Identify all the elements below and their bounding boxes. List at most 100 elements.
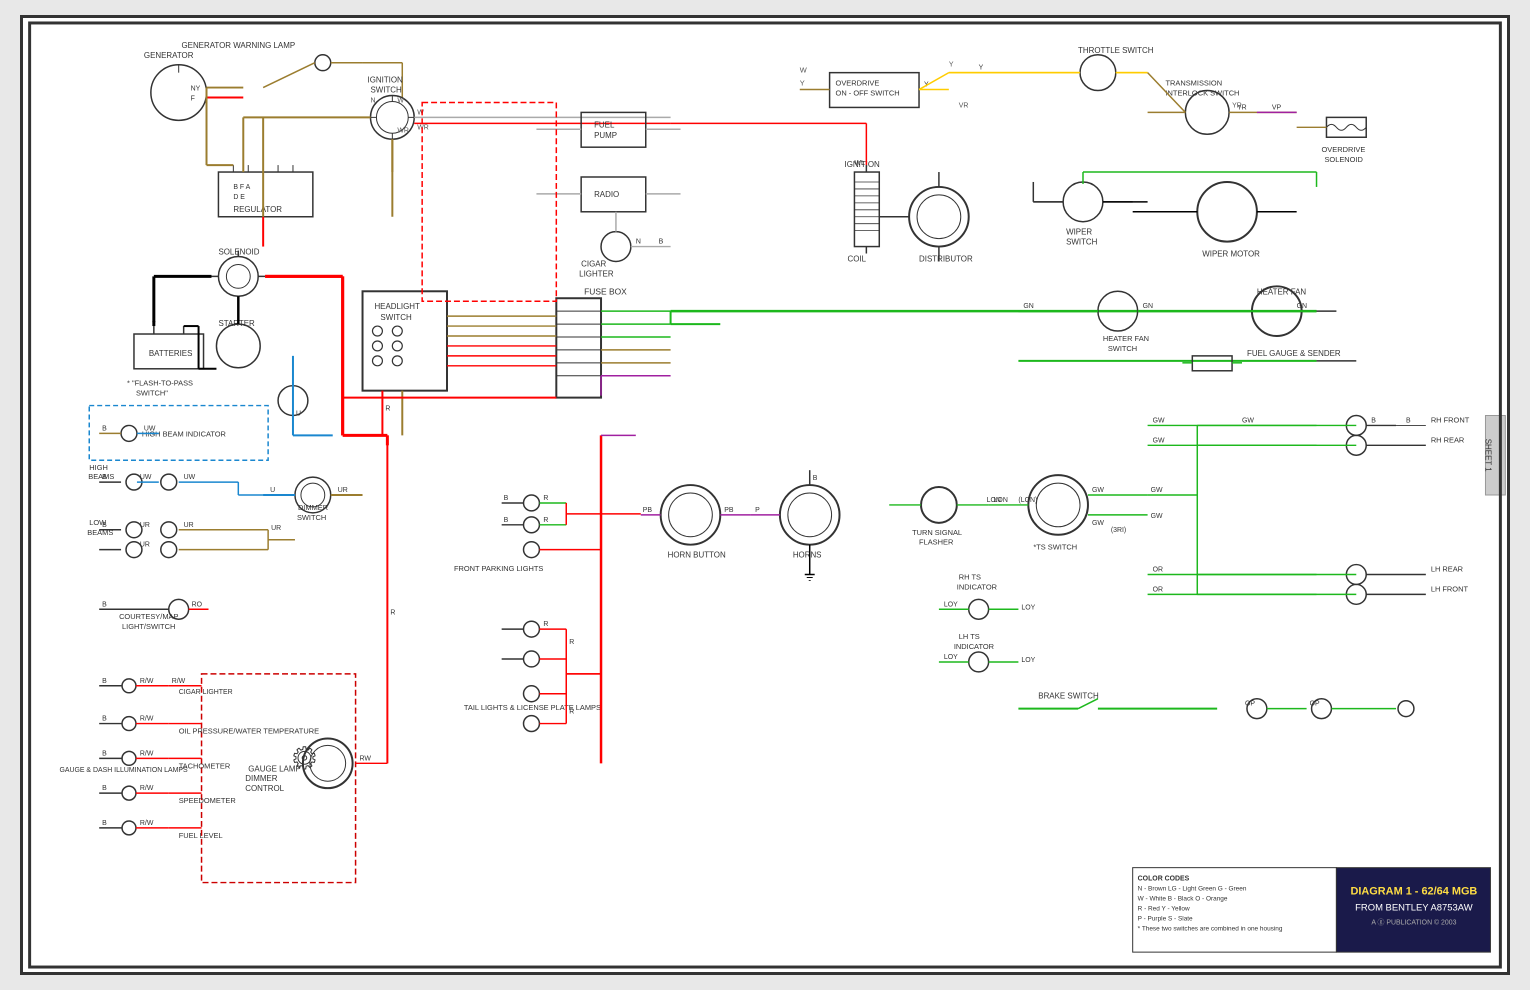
svg-text:GN: GN [1143,303,1153,310]
svg-text:R: R [390,609,395,616]
svg-text:N: N [636,239,641,246]
svg-text:UR: UR [140,542,150,549]
svg-text:D E: D E [233,194,245,201]
svg-text:R/W: R/W [140,750,154,757]
svg-text:ON - OFF SWITCH: ON - OFF SWITCH [836,89,900,98]
svg-text:LH FRONT: LH FRONT [1431,584,1469,593]
svg-text:F: F [191,95,195,102]
svg-text:YR: YR [1232,102,1242,109]
svg-text:HEATER FAN: HEATER FAN [1257,287,1307,296]
svg-text:(3RI): (3RI) [1111,527,1126,534]
svg-text:R/W: R/W [172,678,186,685]
svg-text:B: B [102,820,107,827]
svg-text:RO: RO [192,601,203,608]
svg-text:SWITCH: SWITCH [1108,344,1137,353]
svg-text:B: B [102,750,107,757]
svg-text:GN: GN [1023,303,1033,310]
svg-text:UR: UR [338,487,348,494]
svg-text:RH FRONT: RH FRONT [1431,415,1470,424]
svg-text:DISTRIBUTOR: DISTRIBUTOR [919,254,973,263]
svg-text:A ⓖ PUBLICATION © 2003: A ⓖ PUBLICATION © 2003 [1371,918,1456,926]
svg-text:WR: WR [417,124,429,131]
svg-text:B: B [1371,417,1376,424]
svg-text:* These two switches are combi: * These two switches are combined in one… [1138,925,1283,932]
svg-text:B: B [102,716,107,723]
svg-text:UW: UW [144,425,156,432]
svg-text:RADIO: RADIO [594,190,619,199]
svg-text:UR: UR [271,525,281,532]
svg-text:* "FLASH-TO-PASS: * "FLASH-TO-PASS [127,379,193,388]
svg-text:FRONT PARKING LIGHTS: FRONT PARKING LIGHTS [454,564,543,573]
svg-text:TACHOMETER: TACHOMETER [179,761,231,770]
svg-text:SWITCH: SWITCH [297,513,326,522]
svg-text:R/W: R/W [140,785,154,792]
svg-text:OIL PRESSURE/WATER TEMPERATURE: OIL PRESSURE/WATER TEMPERATURE [179,727,319,736]
svg-text:GAUGE & DASH ILLUMINATION LAMP: GAUGE & DASH ILLUMINATION LAMPS [59,767,188,774]
svg-text:⚙: ⚙ [291,742,318,775]
svg-text:B: B [102,474,107,481]
svg-text:R - Red Y - Yellow: R - Red Y - Yellow [1138,905,1190,912]
svg-text:TAIL LIGHTS & LICENSE PLATE LA: TAIL LIGHTS & LICENSE PLATE LAMPS [464,703,601,712]
svg-text:COIL: COIL [847,254,866,263]
svg-text:SOLENOID: SOLENOID [1324,155,1363,164]
svg-text:FUEL GAUGE & SENDER: FUEL GAUGE & SENDER [1247,349,1341,358]
svg-text:GW: GW [1242,417,1254,424]
svg-text:SWITCH": SWITCH" [136,389,168,398]
svg-text:W: W [397,97,404,104]
svg-text:B: B [659,239,664,246]
svg-text:GW: GW [1151,513,1163,520]
svg-text:TURN SIGNAL: TURN SIGNAL [912,528,962,537]
svg-text:GW: GW [1153,417,1165,424]
svg-text:B: B [102,601,107,608]
svg-text:N - Brown LG - Light Gree: N - Brown LG - Light Green G - Green [1138,886,1247,893]
svg-text:OVERDRIVE: OVERDRIVE [836,79,880,88]
svg-text:R/W: R/W [140,820,154,827]
svg-text:LOY: LOY [1021,657,1035,664]
svg-text:W: W [800,66,807,75]
svg-text:B: B [102,678,107,685]
svg-text:DIMMER: DIMMER [245,774,277,783]
svg-text:PB: PB [724,507,734,514]
svg-text:NY: NY [191,86,201,93]
svg-text:LOY: LOY [1021,604,1035,611]
svg-text:UR: UR [184,522,194,529]
svg-text:SWITCH: SWITCH [1066,238,1098,247]
svg-text:B: B [504,495,509,502]
svg-text:GW: GW [1092,487,1104,494]
svg-text:W - White B - Black: W - White B - Black O - Orange [1138,895,1228,902]
svg-text:W: W [417,109,424,116]
svg-text:B: B [102,785,107,792]
svg-text:Y: Y [979,65,984,72]
svg-text:WL: WL [854,160,865,167]
svg-text:GW: GW [1151,487,1163,494]
svg-text:INTERLOCK SWITCH: INTERLOCK SWITCH [1165,89,1239,98]
svg-text:R: R [569,639,574,646]
svg-text:WR: WR [397,127,409,134]
svg-text:RH REAR: RH REAR [1431,435,1465,444]
svg-text:FUSE BOX: FUSE BOX [584,286,627,296]
svg-text:*TS SWITCH: *TS SWITCH [1033,543,1077,552]
svg-text:R: R [543,621,548,628]
svg-text:LON: LON [987,497,1001,504]
svg-text:LOY: LOY [944,601,958,608]
svg-text:N: N [370,97,375,104]
svg-text:R: R [543,495,548,502]
svg-text:U: U [296,411,301,418]
svg-text:DIAGRAM 1 - 62/64 MGB: DIAGRAM 1 - 62/64 MGB [1350,885,1477,897]
svg-text:RW: RW [360,755,372,762]
svg-text:UW: UW [184,474,196,481]
svg-text:BRAKE SWITCH: BRAKE SWITCH [1038,692,1099,701]
svg-text:VR: VR [959,102,969,109]
svg-text:OR: OR [1153,586,1163,593]
svg-text:GW: GW [1153,437,1165,444]
svg-text:PB: PB [643,507,653,514]
svg-text:REGULATOR: REGULATOR [233,205,282,214]
svg-text:HEATER FAN: HEATER FAN [1103,334,1149,343]
svg-text:SOLENOID: SOLENOID [218,248,259,257]
svg-text:INDICATOR: INDICATOR [957,582,998,591]
svg-text:UW: UW [140,474,152,481]
svg-text:CONTROL: CONTROL [245,784,284,793]
svg-text:COLOR CODES: COLOR CODES [1138,876,1190,883]
svg-text:FUEL LEVEL: FUEL LEVEL [179,831,223,840]
svg-text:B: B [102,522,107,529]
